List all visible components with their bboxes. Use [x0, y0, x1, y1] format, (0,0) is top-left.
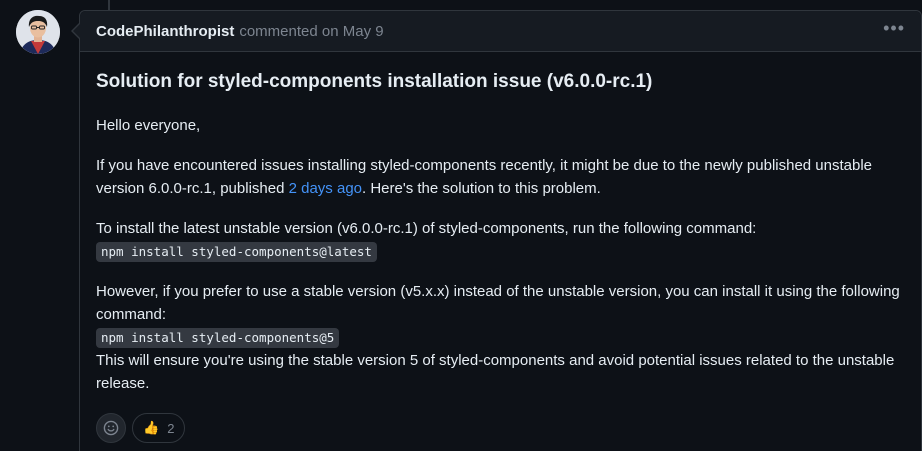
smiley-icon [103, 420, 119, 436]
thumbs-up-reaction-button[interactable]: 👍 2 [132, 413, 186, 443]
kebab-horizontal-icon[interactable]: ••• [883, 19, 905, 43]
comment-header: CodePhilanthropist commented on May 9 ••… [80, 11, 921, 52]
comment-paragraph-2: To install the latest unstable version (… [96, 217, 905, 263]
add-reaction-button[interactable] [96, 413, 126, 443]
thumbs-up-icon: 👍 [143, 420, 160, 435]
comment-paragraph-1: If you have encountered issues installin… [96, 154, 905, 200]
comment-greeting: Hello everyone, [96, 117, 201, 134]
code-install-stable: npm install styled-components@5 [96, 328, 340, 348]
timeline-line [108, 0, 110, 10]
comment-box: CodePhilanthropist commented on May 9 ••… [79, 10, 922, 451]
comment-timestamp[interactable]: commented on May 9 [239, 23, 383, 40]
comment-body: Solution for styled-components installat… [80, 52, 921, 395]
relative-time-link[interactable]: 2 days ago [289, 180, 362, 197]
thumbs-up-count: 2 [167, 420, 175, 436]
p4-text: This will ensure you're using the stable… [96, 352, 895, 392]
avatar-image [16, 10, 60, 54]
comment-arrow-fill [73, 24, 80, 38]
page: CodePhilanthropist commented on May 9 ••… [0, 0, 922, 451]
comment-title: Solution for styled-components installat… [96, 71, 653, 92]
author-avatar[interactable] [16, 10, 60, 54]
p2-text: To install the latest unstable version (… [96, 220, 757, 237]
code-install-latest: npm install styled-components@latest [96, 242, 377, 262]
comment-paragraph-3: However, if you prefer to use a stable v… [96, 280, 905, 395]
author-link[interactable]: CodePhilanthropist [96, 23, 234, 40]
p1-text-after: . Here's the solution to this problem. [362, 180, 601, 197]
reactions-bar: 👍 2 [96, 413, 186, 443]
p3-text: However, if you prefer to use a stable v… [96, 283, 900, 323]
